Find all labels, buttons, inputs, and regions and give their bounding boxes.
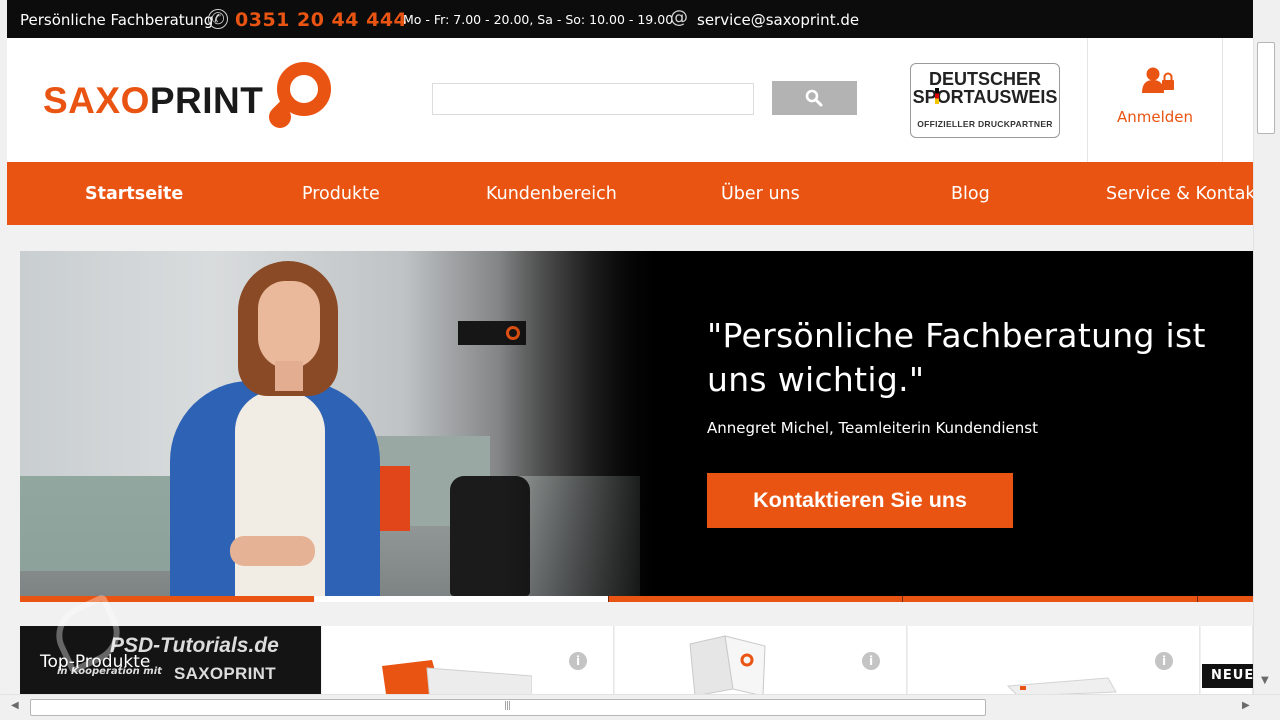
hero-quote-author: Annegret Michel, Teamleiterin Kundendien…	[707, 419, 1038, 437]
hero-photo-customer-service	[20, 251, 660, 596]
badge-line-2: SPORTAUSWEIS	[912, 87, 1058, 107]
scroll-down-arrow-icon[interactable]: ▼	[1261, 675, 1269, 686]
vertical-scroll-thumb[interactable]	[1257, 42, 1275, 134]
scrollbar-corner	[1253, 0, 1280, 38]
top-products-header[interactable]: Top-Produkte	[20, 626, 321, 696]
scroll-right-arrow-icon[interactable]: ▶	[1242, 700, 1250, 711]
horizontal-scrollbar[interactable]: ◀ ||| ▶	[0, 694, 1280, 720]
contact-topbar: Persönliche Fachberatung ✆ 0351 20 44 44…	[7, 0, 1253, 38]
german-flag-icon	[935, 88, 939, 104]
info-icon[interactable]: i	[569, 652, 587, 670]
nav-item-produkte[interactable]: Produkte	[302, 162, 380, 225]
logo-wordmark: SAXOPRINT	[43, 80, 264, 121]
top-products-row: Top-Produkte i i i NEUE	[20, 626, 1253, 696]
product-card[interactable]: i	[615, 626, 907, 696]
badge-line-1: DEUTSCHER	[928, 69, 1041, 89]
horizontal-scroll-thumb[interactable]: |||	[30, 699, 986, 716]
search-button[interactable]	[772, 81, 857, 115]
email-at-icon: @	[670, 7, 688, 28]
main-navigation: Startseite Produkte Kundenbereich Über u…	[7, 162, 1253, 225]
product-card[interactable]: i	[322, 626, 614, 696]
top-products-label: Top-Produkte	[40, 652, 151, 672]
window-left-edge	[0, 0, 7, 694]
login-label: Anmelden	[1116, 108, 1194, 126]
opening-hours: Mo - Fr: 7.00 - 20.00, Sa - So: 10.00 - …	[403, 12, 674, 27]
nav-item-blog[interactable]: Blog	[951, 162, 990, 225]
hero-slider[interactable]: "Persönliche Fachberatung ist uns wichti…	[20, 251, 1253, 596]
search-icon	[805, 89, 823, 107]
site-header: SAXOPRINT DEUTSCHER SPORTAUSWEIS OFFIZIE…	[7, 38, 1253, 162]
nav-item-startseite[interactable]: Startseite	[85, 162, 183, 225]
slider-tabs	[20, 596, 1253, 602]
login-button[interactable]: Anmelden	[1087, 38, 1223, 162]
slider-tab-3[interactable]	[609, 596, 902, 602]
slider-tab-4[interactable]	[903, 596, 1197, 602]
slider-tab-2[interactable]	[315, 596, 608, 602]
sportausweis-partner-badge[interactable]: DEUTSCHER SPORTAUSWEIS OFFIZIELLER DRUCK…	[910, 63, 1060, 138]
email-link[interactable]: service@saxoprint.de	[697, 0, 859, 38]
search-input[interactable]	[432, 83, 754, 115]
logo-ring-shape	[277, 62, 331, 116]
user-lock-icon	[1142, 67, 1174, 93]
badge-line-3: OFFIZIELLER DRUCKPARTNER	[917, 119, 1053, 129]
nav-item-ueber-uns[interactable]: Über uns	[721, 162, 800, 225]
vertical-scrollbar[interactable]: ▼	[1253, 38, 1280, 694]
new-badge: NEUE	[1202, 664, 1253, 688]
consulting-label: Persönliche Fachberatung	[20, 11, 214, 29]
info-icon[interactable]: i	[862, 652, 880, 670]
nav-item-kundenbereich[interactable]: Kundenbereich	[486, 162, 617, 225]
product-image-stack	[1006, 677, 1117, 696]
nav-item-service-kontakt[interactable]: Service & Kontakt	[1106, 162, 1253, 225]
slider-tab-1[interactable]	[20, 596, 314, 602]
product-image-flyer	[382, 660, 532, 696]
contact-us-button[interactable]: Kontaktieren Sie uns	[707, 473, 1013, 528]
browser-viewport: Persönliche Fachberatung ✆ 0351 20 44 44…	[0, 0, 1280, 720]
phone-icon: ✆	[208, 9, 228, 29]
scroll-left-arrow-icon[interactable]: ◀	[11, 700, 19, 711]
product-image-folder	[689, 635, 766, 696]
hero-quote: "Persönliche Fachberatung ist uns wichti…	[707, 316, 1206, 399]
slider-tab-5[interactable]	[1198, 596, 1253, 602]
scroll-grip-icon: |||	[504, 701, 511, 711]
saxoprint-logo[interactable]: SAXOPRINT	[43, 58, 343, 134]
phone-number-link[interactable]: 0351 20 44 444	[235, 0, 407, 38]
info-icon[interactable]: i	[1155, 652, 1173, 670]
product-card[interactable]: i	[908, 626, 1200, 696]
